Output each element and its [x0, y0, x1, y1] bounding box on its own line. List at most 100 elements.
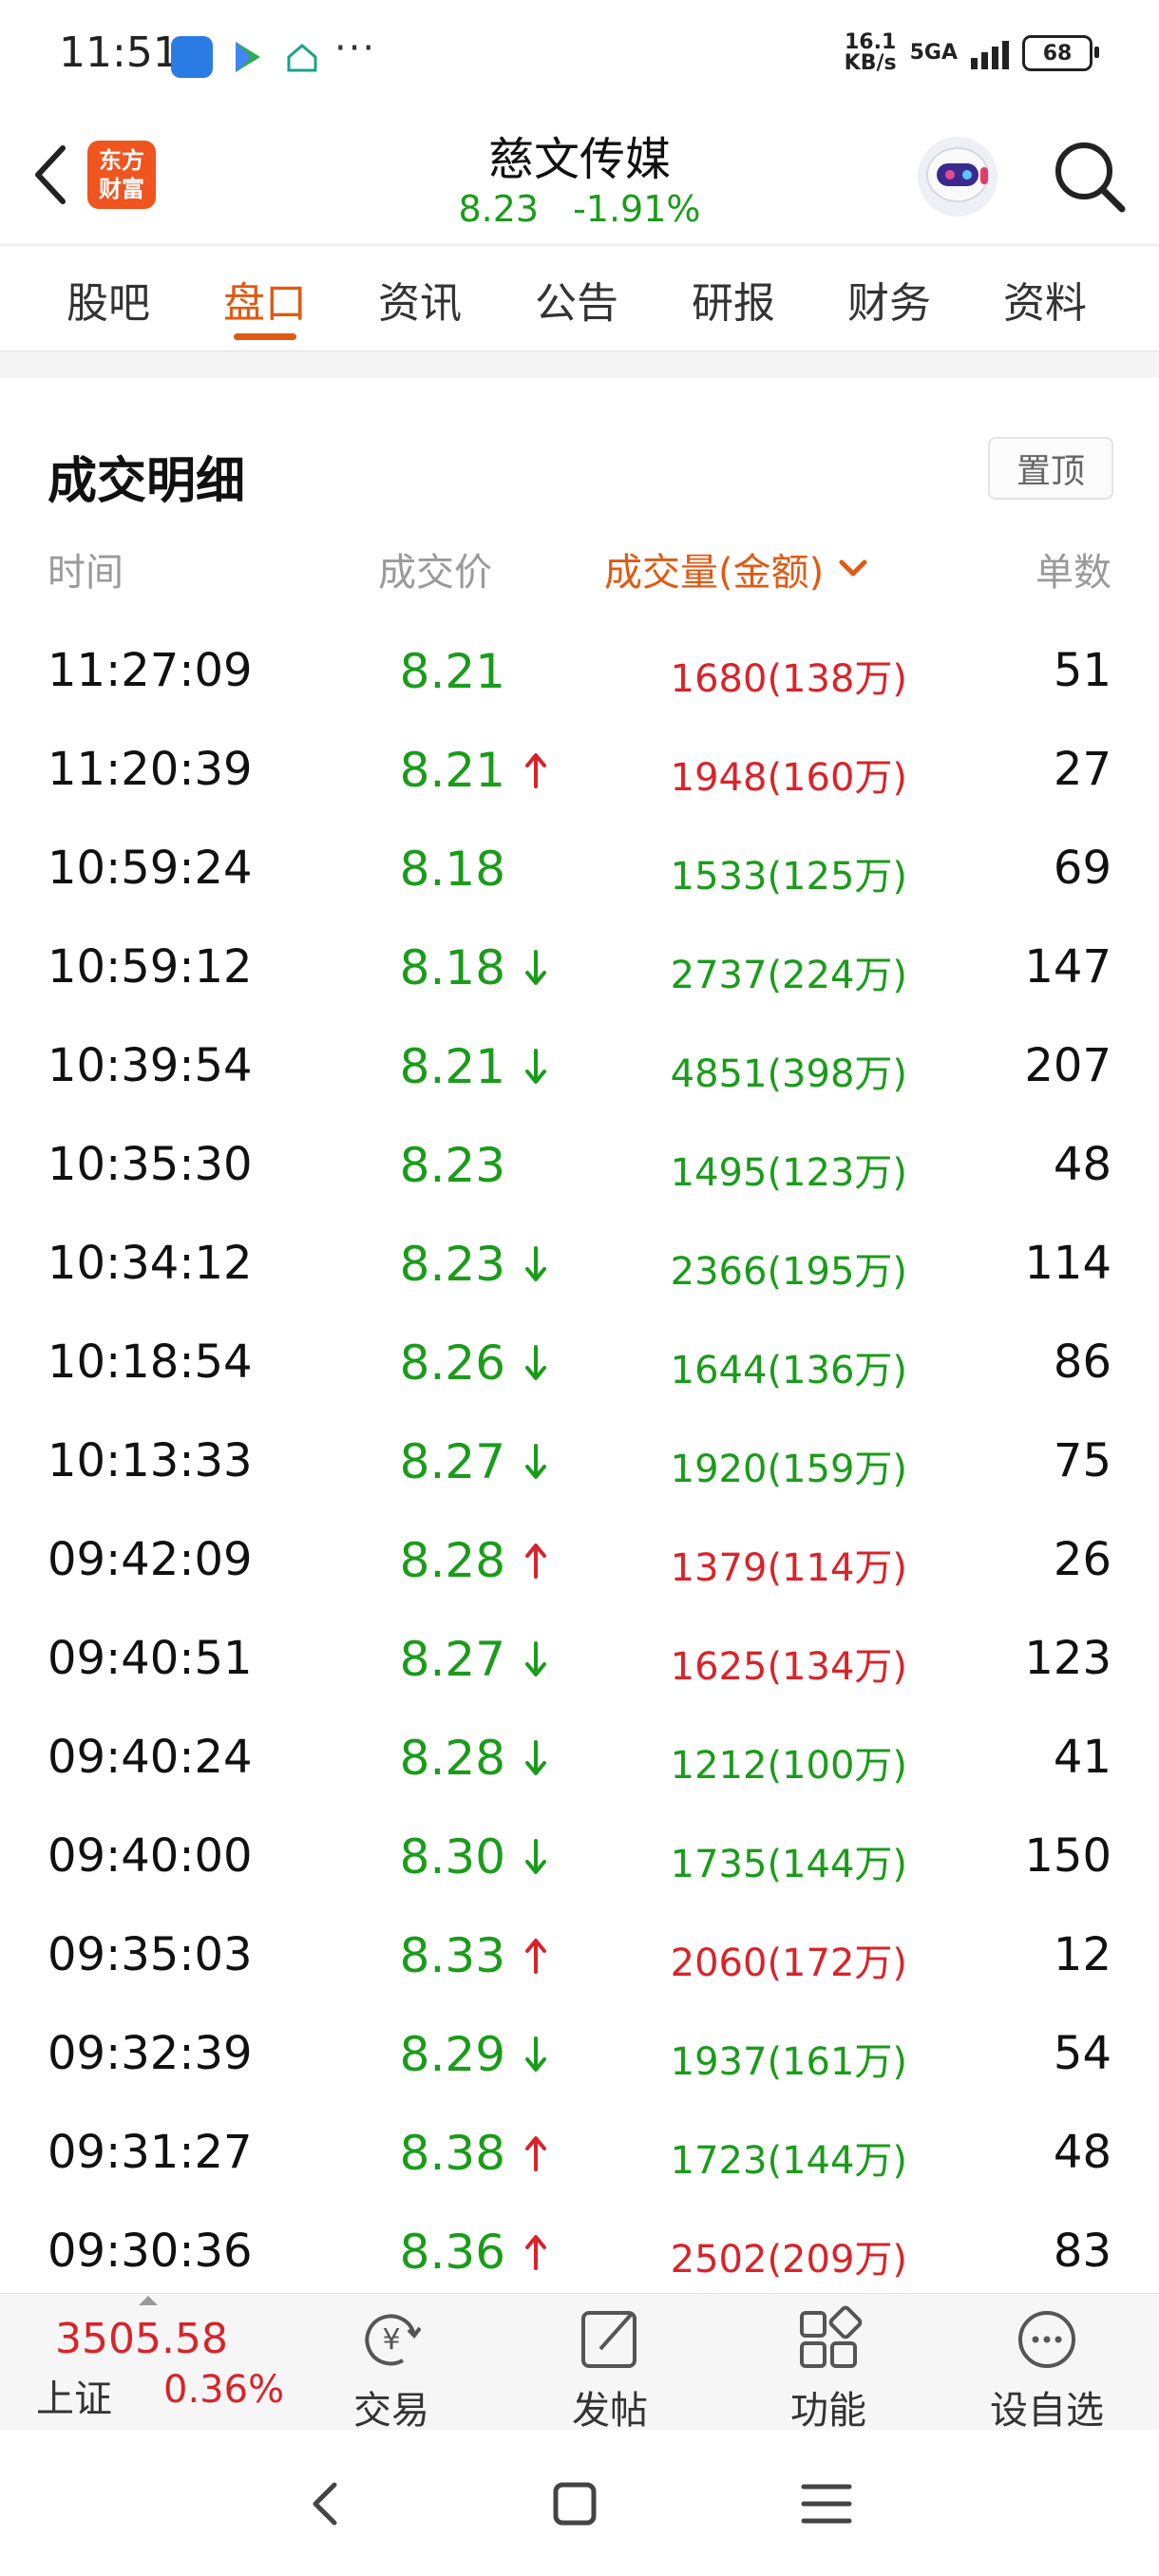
- tab-pankou[interactable]: 盘口: [223, 269, 307, 330]
- trade-volume: 1937(161万): [670, 2040, 907, 2084]
- trade-price: 8.18: [399, 940, 505, 995]
- table-row: 11:20:39 8.21 1948(160万) 27: [0, 722, 1159, 821]
- search-icon: [1055, 142, 1126, 213]
- status-indicators: 16.1 KB/s 5GA 68: [844, 30, 1099, 75]
- arrow-down-icon: [525, 1839, 546, 1874]
- section-title: 成交明细: [48, 453, 246, 510]
- trade-time: 09:35:03: [48, 1928, 253, 1981]
- trade-icon: ¥: [365, 2314, 422, 2366]
- tab-news[interactable]: 资讯: [378, 269, 462, 330]
- trade-volume: 2060(172万): [670, 1941, 907, 1985]
- nav-menu-icon: [801, 2484, 852, 2524]
- table-row: 10:34:12 8.23 2366(195万) 114: [0, 1216, 1159, 1315]
- trade-time: 09:31:27: [48, 2126, 253, 2179]
- active-tab-indicator: [234, 333, 296, 340]
- trade-volume: 1533(125万): [670, 855, 907, 899]
- trade-button[interactable]: ¥ 交易: [320, 2303, 463, 2434]
- pin-to-top-button[interactable]: 置顶: [988, 437, 1113, 500]
- signal-icon: [971, 37, 1009, 69]
- trade-volume: 4851(398万): [670, 1052, 907, 1096]
- trade-volume: 1735(144万): [670, 1843, 907, 1886]
- trade-price: 8.28: [399, 1533, 505, 1588]
- trade-volume: 1212(100万): [670, 1744, 907, 1788]
- trade-count: 12: [1053, 1928, 1112, 1981]
- play-store-icon: [226, 36, 268, 78]
- tab-research[interactable]: 研报: [692, 269, 775, 330]
- trade-details-card: 成交明细 置顶 时间 成交价 成交量(金额) 单数 11:27:09 8.21 16…: [0, 378, 1159, 2293]
- arrow-up-icon: [525, 753, 546, 788]
- grid-icon: [800, 2305, 863, 2368]
- trade-count: 207: [1024, 1039, 1112, 1092]
- trade-time: 09:40:24: [48, 1731, 253, 1784]
- trade-volume: 1723(144万): [670, 2139, 907, 2183]
- nav-back-button[interactable]: [304, 2477, 348, 2534]
- trade-count: 123: [1024, 1632, 1112, 1685]
- trade-time: 10:39:54: [48, 1039, 253, 1092]
- functions-button[interactable]: 功能: [757, 2303, 900, 2434]
- trade-count: 147: [1024, 940, 1112, 994]
- nav-home-button[interactable]: [551, 2477, 598, 2534]
- expand-caret-icon[interactable]: [139, 2296, 158, 2305]
- add-watchlist-button[interactable]: 设自选: [976, 2303, 1118, 2434]
- trade-time: 10:34:12: [48, 1237, 253, 1290]
- column-header-count: 单数: [1036, 551, 1112, 595]
- trade-price: 8.28: [399, 1731, 505, 1786]
- more-notifications-icon: ···: [334, 27, 377, 70]
- table-row: 10:18:54 8.26 1644(136万) 86: [0, 1315, 1159, 1413]
- trade-time: 10:59:12: [48, 940, 253, 994]
- trade-price: 8.38: [399, 2126, 505, 2181]
- trade-count: 83: [1053, 2225, 1112, 2278]
- trade-volume: 1625(134万): [670, 1645, 907, 1689]
- table-row: 09:40:00 8.30 1735(144万) 150: [0, 1809, 1159, 1907]
- post-button[interactable]: 发帖: [539, 2303, 681, 2434]
- arrow-up-icon: [525, 2136, 546, 2171]
- trade-time: 09:40:00: [48, 1829, 253, 1883]
- trade-price: 8.26: [399, 1335, 505, 1391]
- table-row: 10:59:12 8.18 2737(224万) 147: [0, 919, 1159, 1018]
- trade-count: 48: [1053, 1138, 1112, 1191]
- tab-finance[interactable]: 财务: [847, 269, 931, 330]
- index-name[interactable]: 上证: [36, 2368, 112, 2423]
- trade-volume: 1379(114万): [670, 1546, 907, 1590]
- trade-volume: 1920(159万): [670, 1448, 907, 1491]
- trade-count: 48: [1053, 2126, 1112, 2179]
- arrow-down-icon: [525, 950, 546, 985]
- table-row: 10:35:30 8.23 1495(123万) 48: [0, 1117, 1159, 1216]
- table-row: 09:35:03 8.33 2060(172万) 12: [0, 1907, 1159, 2006]
- trade-volume: 2366(195万): [670, 1250, 907, 1294]
- arrow-down-icon: [525, 1345, 546, 1380]
- search-button[interactable]: [1050, 137, 1130, 217]
- index-change-pct[interactable]: 0.36%: [163, 2368, 284, 2412]
- stock-header: 东方 财富 慈文传媒 8.23 -1.91%: [0, 112, 1159, 243]
- system-navigation-bar: [0, 2430, 1159, 2576]
- arrow-up-icon: [525, 1544, 546, 1579]
- tab-guba[interactable]: 股吧: [66, 269, 150, 330]
- trade-time: 09:32:39: [48, 2027, 253, 2080]
- tab-profile[interactable]: 资料: [1003, 269, 1087, 330]
- nav-menu-button[interactable]: [800, 2477, 853, 2534]
- table-row: 10:13:33 8.27 1920(159万) 75: [0, 1413, 1159, 1512]
- table-row: 10:39:54 8.21 4851(398万) 207: [0, 1018, 1159, 1117]
- ai-assistant-robot-icon[interactable]: [914, 133, 1001, 220]
- table-row: 09:40:24 8.28 1212(100万) 41: [0, 1710, 1159, 1809]
- tab-announcements[interactable]: 公告: [535, 269, 618, 330]
- trade-price: 8.27: [399, 1434, 505, 1489]
- trade-count: 69: [1053, 842, 1112, 895]
- column-header-time: 时间: [48, 551, 124, 595]
- network-speed: 16.1 KB/s: [844, 30, 897, 75]
- arrow-down-icon: [525, 1246, 546, 1281]
- bottom-toolbar: 3505.58 上证 0.36% ¥ 交易 发帖 功能 设自选: [0, 2293, 1159, 2434]
- arrow-down-icon: [525, 1740, 546, 1775]
- arrow-down-icon: [525, 1641, 546, 1676]
- arrow-down-icon: [525, 1444, 546, 1479]
- trade-volume: 2737(224万): [670, 954, 907, 997]
- table-row: 11:27:09 8.21 1680(138万) 51: [0, 623, 1159, 722]
- trade-count: 114: [1024, 1237, 1112, 1290]
- column-header-volume[interactable]: 成交量(金额): [604, 541, 869, 597]
- chevron-down-icon: [839, 559, 867, 577]
- trade-time: 11:27:09: [48, 644, 253, 697]
- index-value[interactable]: 3505.58: [55, 2315, 228, 2363]
- table-row: 09:31:27 8.38 1723(144万) 48: [0, 2105, 1159, 2204]
- trade-volume: 2502(209万): [670, 2238, 907, 2282]
- stock-price: 8.23: [458, 188, 540, 230]
